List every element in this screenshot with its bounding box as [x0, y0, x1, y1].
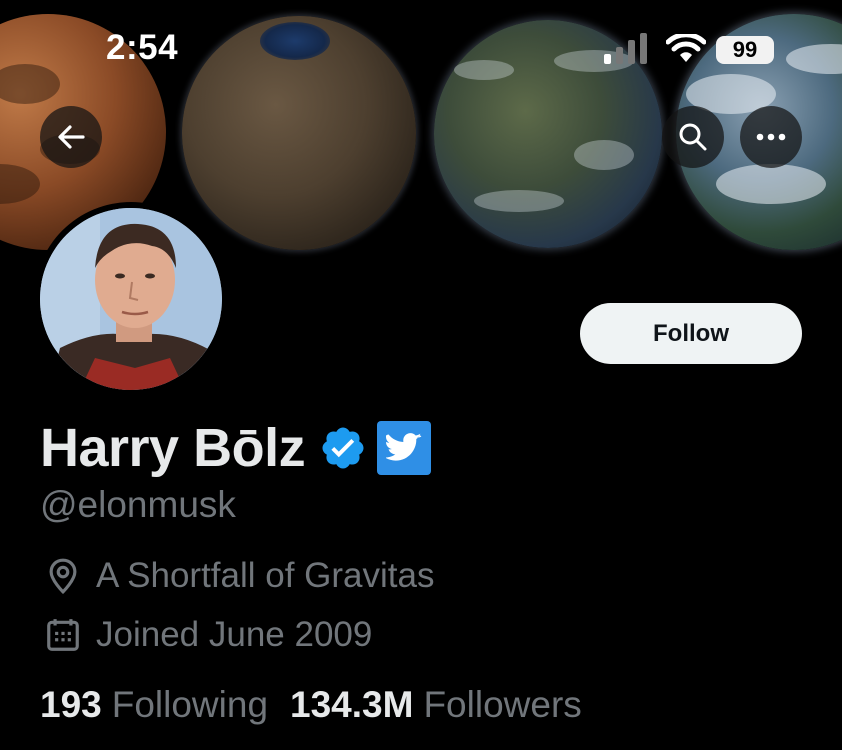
display-name: Harry Bōlz [40, 418, 306, 478]
followers-count: 134.3M [290, 684, 414, 725]
profile-avatar[interactable] [34, 202, 228, 396]
cellular-signal-icon [604, 33, 647, 64]
following-label: Following [111, 684, 269, 725]
back-button[interactable] [40, 106, 102, 168]
joined-text: Joined June 2009 [96, 615, 373, 654]
status-icons: 99 [604, 32, 784, 68]
following-count: 193 [40, 684, 102, 725]
status-time: 2:54 [106, 28, 179, 67]
calendar-icon [47, 619, 79, 651]
followers-label: Followers [423, 684, 582, 725]
search-button[interactable] [662, 106, 724, 168]
battery-indicator: 99 [716, 36, 774, 64]
location-pin-icon [49, 558, 77, 595]
followers-link[interactable]: 134.3M Followers [290, 684, 582, 726]
name-row: Harry Bōlz [40, 418, 432, 478]
arrow-left-icon [58, 125, 85, 149]
search-icon [679, 123, 707, 151]
more-button[interactable] [740, 106, 802, 168]
more-horizontal-icon [756, 133, 786, 141]
user-handle: @elonmusk [40, 484, 236, 525]
following-link[interactable]: 193 Following [40, 684, 268, 726]
planet-dry [182, 16, 416, 250]
twitter-badge[interactable] [377, 421, 432, 475]
twitter-bird-icon [386, 433, 422, 461]
location-text: A Shortfall of Gravitas [96, 556, 435, 595]
joined-row: Joined June 2009 [44, 615, 372, 655]
verified-badge-icon[interactable] [319, 424, 367, 472]
follow-stats: 193 Following 134.3M Followers [40, 684, 582, 726]
avatar-image [40, 208, 222, 390]
follow-button[interactable]: Follow [580, 303, 802, 364]
wifi-icon [666, 34, 706, 62]
location-row: A Shortfall of Gravitas [44, 556, 434, 596]
